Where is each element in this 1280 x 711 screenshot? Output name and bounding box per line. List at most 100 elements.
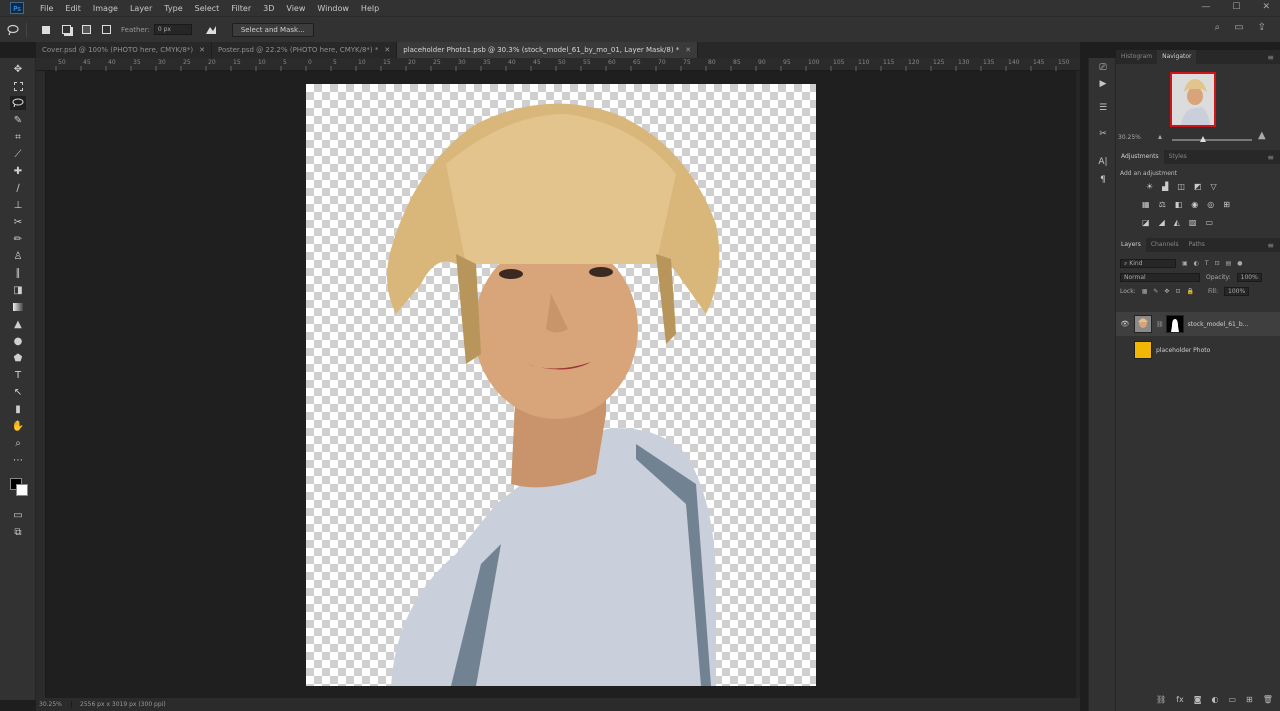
menu-window[interactable]: Window [311, 4, 355, 13]
menu-view[interactable]: View [280, 4, 311, 13]
tab-histogram[interactable]: Histogram [1116, 50, 1157, 64]
lasso-tool-preset-icon[interactable] [6, 23, 20, 37]
maximize-button[interactable]: ☐ [1232, 2, 1240, 12]
tab-layers[interactable]: Layers [1116, 238, 1146, 252]
zoom-tool-icon[interactable]: ⌕ [10, 436, 26, 450]
paragraph-panel-icon[interactable]: ¶ [1097, 174, 1109, 186]
tab-styles[interactable]: Styles [1164, 150, 1192, 164]
search-icon[interactable]: ⌕ [1215, 22, 1221, 33]
properties-panel-icon[interactable]: ☰ [1097, 102, 1109, 114]
layer-name[interactable]: placeholder Photo [1156, 347, 1210, 354]
link-layers-icon[interactable]: ⛓ [1156, 695, 1166, 704]
brush-icon[interactable]: ✏ [10, 232, 26, 246]
navigator-zoom-value[interactable]: 30.25% [1118, 134, 1141, 141]
black-white-icon[interactable]: ◧ [1175, 200, 1183, 209]
tab-adjustments[interactable]: Adjustments [1116, 150, 1164, 164]
lasso-tool-icon[interactable] [10, 96, 26, 110]
zoom-in-icon[interactable]: ▲ [1258, 130, 1266, 141]
layer-name[interactable]: stock_model_61_b... [1188, 321, 1249, 328]
new-group-icon[interactable]: ▭ [1228, 695, 1236, 704]
filter-type-icon[interactable]: T [1205, 260, 1209, 267]
dodge-tool-icon[interactable]: ● [10, 334, 26, 348]
lock-position-icon[interactable]: ✥ [1164, 288, 1169, 295]
opacity-input[interactable]: 100% [1236, 272, 1262, 282]
navigator-preview[interactable] [1170, 72, 1216, 127]
vibrance-icon[interactable]: ▽ [1210, 182, 1216, 191]
new-layer-icon[interactable]: ⊞ [1246, 695, 1253, 704]
navigator-slider-handle[interactable] [1200, 136, 1206, 142]
stamp-icon[interactable]: ♙ [10, 249, 26, 263]
actions-play-icon[interactable]: ▶ [1097, 78, 1109, 90]
layer-style-icon[interactable]: fx [1176, 695, 1184, 704]
panel-menu-icon[interactable]: ≡ [1267, 153, 1274, 162]
visibility-eye-icon[interactable]: 👁 [1116, 320, 1134, 328]
tab-poster[interactable]: Poster.psd @ 22.2% (PHOTO here, CMYK/8*)… [212, 42, 398, 58]
color-lookup-icon[interactable]: ⊞ [1223, 200, 1230, 209]
filter-adjustment-icon[interactable]: ◐ [1194, 260, 1199, 267]
delete-layer-icon[interactable]: 🗑 [1263, 695, 1273, 704]
more-tools-icon[interactable]: ⋯ [10, 453, 26, 467]
workspace-icon[interactable]: ▭ [1234, 22, 1243, 33]
history-brush-icon[interactable]: ✂ [10, 215, 26, 229]
fill-input[interactable]: 100% [1224, 286, 1250, 296]
close-tab-icon[interactable]: ✕ [384, 42, 390, 58]
levels-icon[interactable]: ▟ [1162, 182, 1168, 191]
menu-type[interactable]: Type [158, 4, 188, 13]
filter-smart-icon[interactable]: ▤ [1226, 260, 1232, 267]
invert-icon[interactable]: ◪ [1142, 218, 1150, 227]
menu-3d[interactable]: 3D [257, 4, 280, 13]
document-info[interactable]: 2556 px x 3019 px (300 ppi) [72, 701, 166, 708]
feather-input[interactable]: 0 px [153, 24, 192, 35]
posterize-icon[interactable]: ◢ [1159, 218, 1165, 227]
hand-tool-icon[interactable]: ✋ [10, 419, 26, 433]
eyedropper-icon[interactable]: ⟋ [10, 147, 26, 161]
menu-edit[interactable]: Edit [59, 4, 87, 13]
threshold-icon[interactable]: ◭ [1174, 218, 1180, 227]
channel-mixer-icon[interactable]: ◎ [1207, 200, 1214, 209]
selective-color-icon[interactable]: ▨ [1189, 218, 1197, 227]
filter-pixel-icon[interactable]: ▣ [1182, 260, 1188, 267]
crop-tool-icon[interactable]: ⌗ [10, 130, 26, 144]
gradient-map-icon[interactable]: ▭ [1205, 218, 1213, 227]
adjustment-layer-icon[interactable]: ◐ [1211, 695, 1218, 704]
clone-stamp-icon[interactable]: ⊥ [10, 198, 26, 212]
tab-channels[interactable]: Channels [1146, 238, 1184, 252]
lock-all-icon[interactable]: 🔒 [1186, 288, 1193, 295]
lock-artboard-icon[interactable]: ⊡ [1175, 288, 1180, 295]
pen-tool-icon[interactable]: ⬟ [10, 351, 26, 365]
tab-paths[interactable]: Paths [1184, 238, 1210, 252]
color-balance-icon[interactable]: ⚖ [1159, 200, 1166, 209]
path-selection-icon[interactable]: ↖ [10, 385, 26, 399]
lock-pixels-icon[interactable]: ✎ [1153, 288, 1158, 295]
move-tool-icon[interactable]: ✥ [10, 62, 26, 76]
close-button[interactable]: ✕ [1262, 2, 1270, 12]
menu-select[interactable]: Select [189, 4, 226, 13]
anti-alias-icon[interactable] [204, 23, 218, 37]
tab-navigator[interactable]: Navigator [1157, 50, 1197, 64]
add-mask-icon[interactable]: ◙ [1194, 695, 1202, 704]
shape-tool-icon[interactable]: ▮ [10, 402, 26, 416]
quick-selection-icon[interactable]: ✎ [10, 113, 26, 127]
character-panel-icon[interactable]: A| [1097, 156, 1109, 168]
vertical-scrollbar[interactable] [1076, 71, 1080, 698]
photo-filter-icon[interactable]: ◉ [1191, 200, 1198, 209]
minimize-button[interactable]: — [1201, 2, 1210, 12]
history-panel-icon[interactable]: ⎚ [1097, 62, 1109, 74]
layer-kind-filter[interactable]: ⌕ Kind [1120, 258, 1176, 268]
close-tab-icon[interactable]: ✕ [685, 42, 691, 58]
eraser-icon[interactable]: ◨ [10, 283, 26, 297]
zoom-level[interactable]: 30.25% [36, 701, 72, 708]
menu-file[interactable]: File [34, 4, 59, 13]
layer-mask-thumbnail[interactable] [1165, 315, 1184, 333]
curves-icon[interactable]: ◫ [1177, 182, 1185, 191]
healing-brush-icon[interactable]: ✚ [10, 164, 26, 178]
background-color-swatch[interactable] [16, 484, 28, 496]
tool-presets-icon[interactable]: ✂ [1097, 128, 1109, 140]
menu-help[interactable]: Help [355, 4, 385, 13]
hue-saturation-icon[interactable]: ▦ [1142, 200, 1150, 209]
subtract-selection-icon[interactable] [79, 23, 93, 37]
art-history-icon[interactable]: ∥ [10, 266, 26, 280]
tab-cover[interactable]: Cover.psd @ 100% (PHOTO here, CMYK/8*) ✕ [36, 42, 212, 58]
new-selection-icon[interactable] [39, 23, 53, 37]
exposure-icon[interactable]: ◩ [1194, 182, 1202, 191]
